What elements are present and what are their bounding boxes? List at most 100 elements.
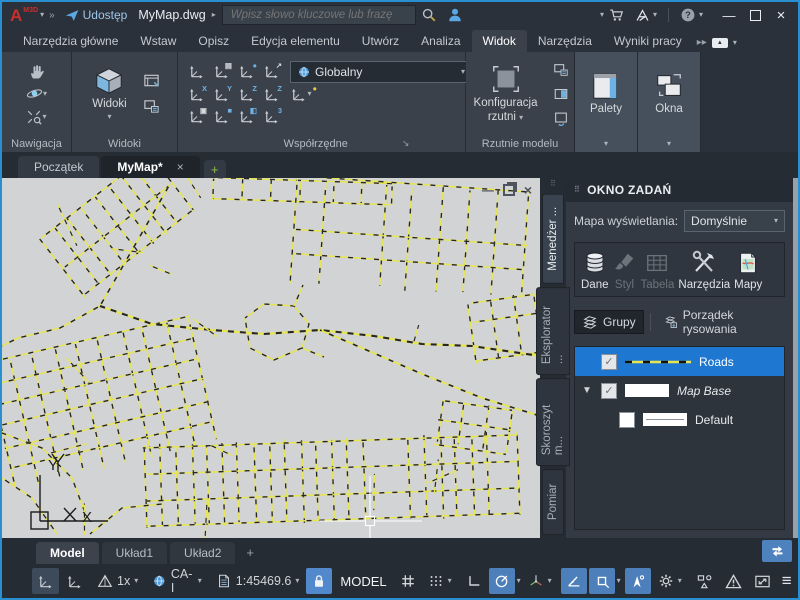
drawing-restore-icon[interactable] [503, 184, 515, 196]
ucs-object-button[interactable]: ▣ [184, 106, 208, 127]
named-views-button[interactable] [141, 71, 163, 91]
ribbon-tab-edycja-elementu[interactable]: Edycja elementu [240, 30, 351, 52]
ribbon-tab-wstaw[interactable]: Wstaw [129, 30, 187, 52]
app-menu-caret-icon[interactable]: ▾ [40, 11, 44, 19]
ortho-toggle[interactable] [461, 568, 487, 594]
ucs-world-button[interactable]: ● [234, 61, 258, 82]
draw-order-button[interactable]: Porządek rysowania [657, 305, 785, 339]
coordinate-system-dropdown[interactable]: Globalny ▾ [290, 61, 472, 83]
layer-row-map-base[interactable]: ▼ ✓ Map Base [575, 376, 784, 405]
ribbon-tab-widok[interactable]: Widok [472, 30, 527, 52]
palettes-button[interactable]: Palety [582, 69, 630, 118]
tab-close-icon[interactable]: × [177, 160, 184, 174]
polar-tracking-toggle[interactable] [489, 568, 515, 594]
side-tab-skoroszyt[interactable]: Skoroszyt m... [536, 378, 570, 466]
qat-expand-icon[interactable]: » [49, 10, 55, 21]
ucs-3point-button[interactable]: 3 [259, 106, 283, 127]
annotation-scale-button[interactable]: 1x▾ [92, 568, 143, 594]
autodesk-button[interactable]: ▾ [630, 4, 662, 26]
ribbon-minimize-button[interactable]: ▲ [712, 38, 728, 48]
settings-button[interactable]: ▾ [653, 568, 687, 594]
polar-caret-icon[interactable]: ▾ [517, 577, 521, 585]
maximize-button[interactable] [742, 5, 768, 25]
display-map-dropdown[interactable]: Domyślnie ▾ [684, 210, 785, 232]
app-store-button[interactable] [604, 4, 630, 26]
panel-label-widoki[interactable]: Widoki [72, 135, 177, 152]
ucs-previous-button[interactable]: ↗ [259, 61, 283, 82]
panel-label-rzutnie[interactable]: Rzutnie modelu [466, 135, 574, 152]
coordinate-system-button[interactable]: CA-I▾ [147, 568, 207, 594]
isometric-toggle[interactable]: ▾ [523, 568, 557, 594]
file-tab-poczatek[interactable]: Początek [18, 156, 99, 178]
isolate-objects-button[interactable] [691, 568, 718, 594]
side-tab-eksplorator[interactable]: Eksplorator ... [536, 287, 570, 375]
close-button[interactable]: × [768, 5, 794, 25]
view-manager-button[interactable] [141, 97, 163, 117]
dynamic-ucs-toggle[interactable] [61, 568, 88, 594]
pane-grip-handle[interactable]: ⠿ [550, 182, 556, 186]
tools-button[interactable]: Narzędzia [678, 250, 730, 291]
layer-row-roads[interactable]: ✓ Roads [575, 347, 784, 376]
model-space-button[interactable]: MODEL [334, 574, 392, 589]
ribbon-tab-opisz[interactable]: Opisz [187, 30, 240, 52]
scale-lock-toggle[interactable] [306, 568, 332, 594]
clean-screen-button[interactable] [749, 568, 776, 594]
ucs-rotate-y-button[interactable]: Y [209, 84, 233, 105]
tab-overflow-icon[interactable]: ▸▸ [697, 37, 707, 48]
annotation-visibility-toggle[interactable] [625, 568, 651, 594]
orbit-button[interactable]: ▾ [19, 84, 55, 104]
ribbon-tab-narzedzia-glowne[interactable]: Narzędzia główne [12, 30, 129, 52]
search-box[interactable] [222, 5, 416, 25]
ucs-z-axis-button[interactable]: Z [259, 84, 283, 105]
minimize-button[interactable]: — [716, 5, 742, 25]
layout-tab-uklad2[interactable]: Układ2 [170, 542, 235, 564]
ucs-named-button[interactable]: ▤ [209, 61, 233, 82]
snap-toggle[interactable]: ▾ [423, 568, 457, 594]
panel-label-nawigacja[interactable]: Nawigacja [2, 135, 71, 152]
expand-chevron-icon[interactable]: ▼ [581, 385, 593, 396]
ucs-origin-button[interactable]: ●▾ [284, 84, 318, 105]
drawing-canvas[interactable]: Y X — × [2, 178, 540, 538]
viewport-join-button[interactable] [550, 84, 572, 104]
autocad-app-icon[interactable]: AM3D [10, 7, 38, 24]
panel-caret-palety[interactable]: ▾ [575, 135, 637, 152]
maps-button[interactable]: Mapy [734, 250, 762, 291]
views-button[interactable]: Widoki ▾ [86, 64, 133, 123]
share-button[interactable]: Udostęp [60, 4, 133, 26]
ribbon-tab-wyniki-pracy[interactable]: Wyniki pracy [603, 30, 693, 52]
panel-label-wspolrzedne[interactable]: Współrzędne↘ [178, 135, 465, 152]
layer-row-default[interactable]: Default [575, 405, 784, 434]
pan-button[interactable] [26, 61, 48, 81]
ucs-button[interactable] [184, 61, 208, 82]
layout-tab-uklad1[interactable]: Układ1 [102, 542, 167, 564]
ribbon-tab-analiza[interactable]: Analiza [410, 30, 471, 52]
file-tab-mymap[interactable]: MyMap*× [101, 156, 199, 178]
windows-button[interactable]: Okna [645, 69, 693, 118]
notifications-button[interactable] [720, 568, 747, 594]
sign-in-button[interactable] [442, 4, 468, 26]
side-tab-pomiar[interactable]: Pomiar [542, 469, 564, 535]
grid-toggle[interactable] [395, 568, 421, 594]
ucs-view-button[interactable]: ◧ [234, 106, 258, 127]
help-button[interactable]: ▾ [675, 4, 708, 26]
ribbon-minimize-caret-icon[interactable]: ▾ [733, 39, 737, 47]
map-base-checkbox[interactable]: ✓ [601, 383, 617, 399]
ribbon-tab-narzedzia[interactable]: Narzędzia [527, 30, 603, 52]
new-layout-button[interactable]: + [238, 541, 262, 564]
roads-checkbox[interactable]: ✓ [601, 354, 617, 370]
ucs-rotate-z-button[interactable]: Z [234, 84, 258, 105]
ucs-icon-toggle[interactable] [32, 568, 59, 594]
zoom-extents-button[interactable]: ▾ [19, 107, 55, 127]
panel-caret-okna[interactable]: ▾ [638, 135, 700, 152]
ucs-rotate-x-button[interactable]: X [184, 84, 208, 105]
viewport-restore-button[interactable] [550, 108, 572, 128]
groups-button[interactable]: Grupy [574, 310, 644, 334]
search-input[interactable] [229, 8, 409, 22]
drawing-close-icon[interactable]: × [524, 183, 532, 197]
object-snap-toggle[interactable] [589, 568, 615, 594]
search-button[interactable] [416, 4, 442, 26]
layout-tab-model[interactable]: Model [36, 542, 99, 564]
task-pane-toggle-button[interactable] [762, 540, 792, 562]
map-scale-button[interactable]: 1:45469.6▾ [211, 568, 305, 594]
default-checkbox[interactable] [619, 412, 635, 428]
